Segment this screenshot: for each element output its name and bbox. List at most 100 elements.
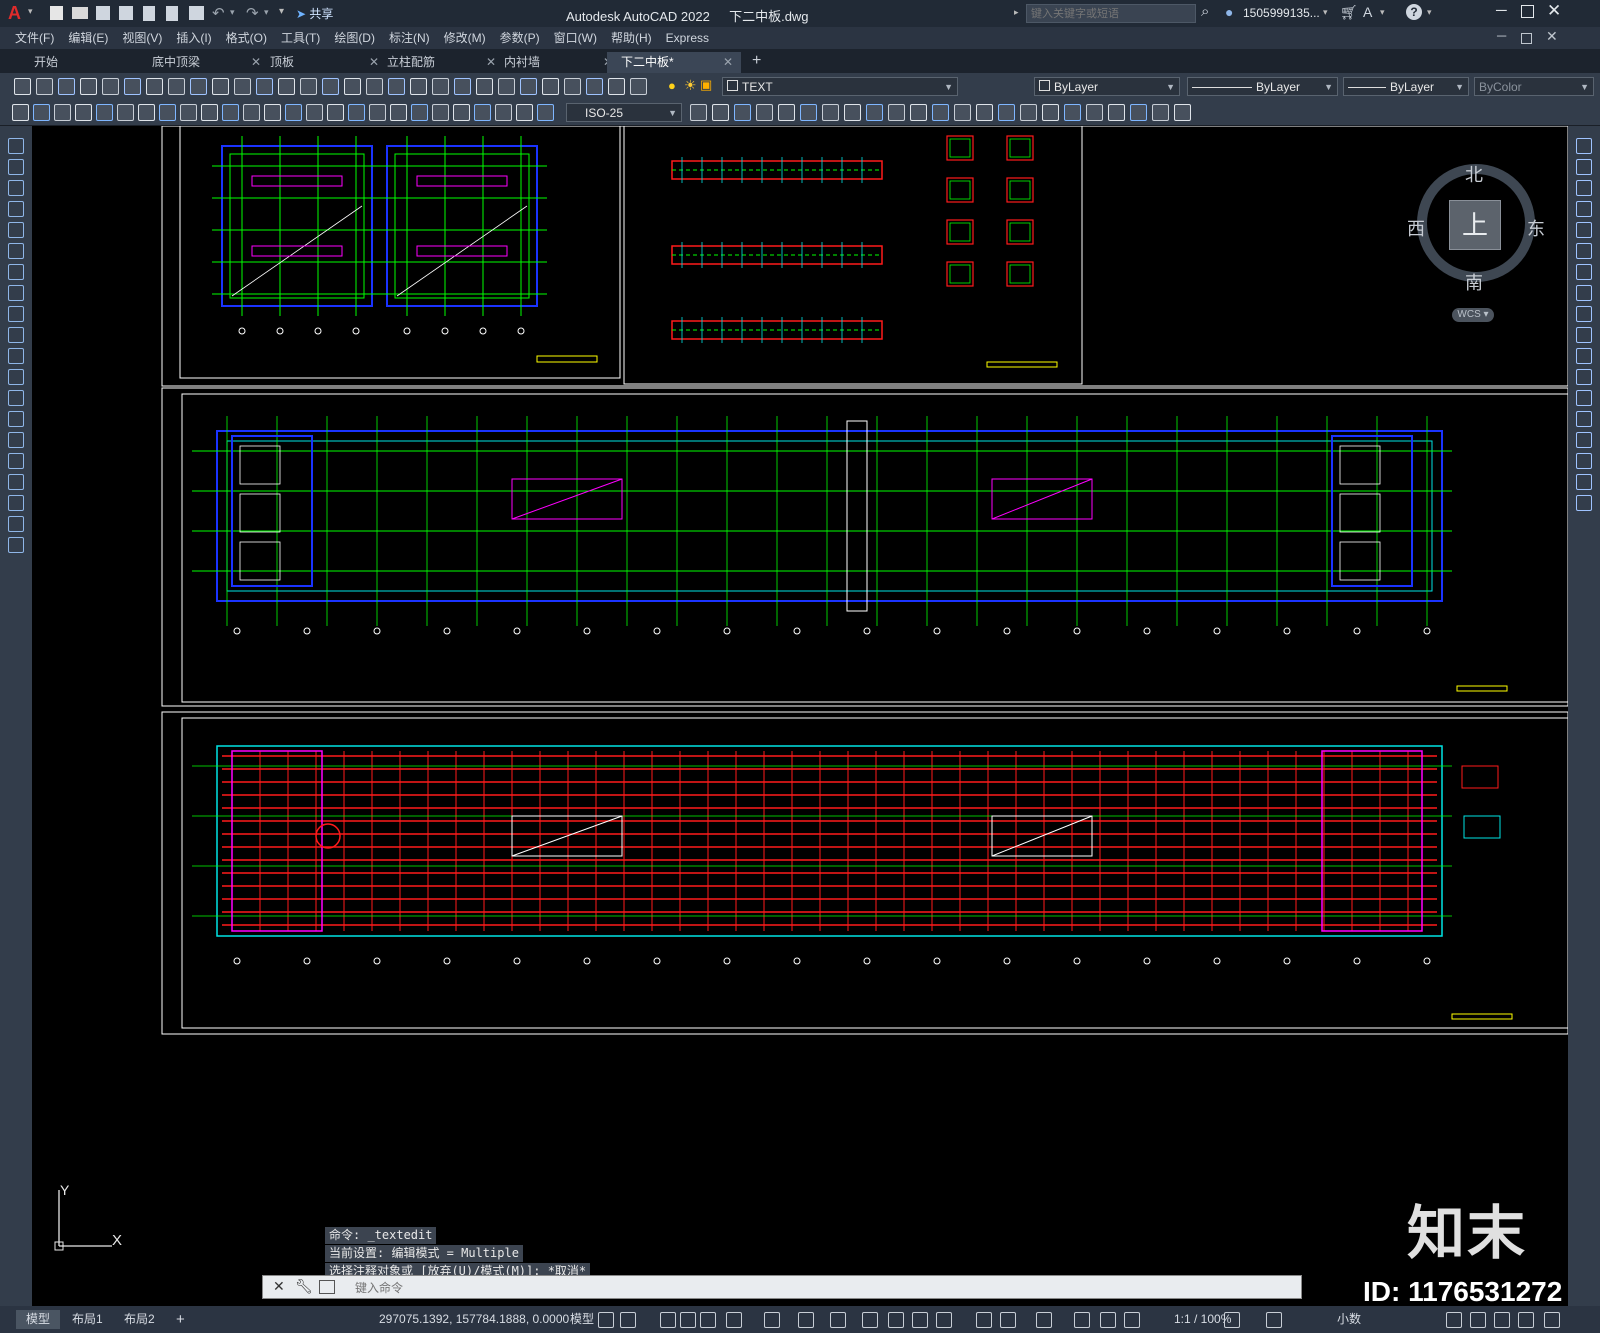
draw-tool-icon[interactable]	[8, 264, 24, 280]
status-toggle-icon[interactable]	[1470, 1312, 1486, 1328]
close-icon[interactable]: ✕	[723, 52, 733, 73]
status-toggle-icon[interactable]	[680, 1312, 696, 1328]
doc-close-button[interactable]: ✕	[1546, 28, 1558, 45]
dimension-tool-icon[interactable]	[348, 104, 365, 121]
modify-tool-icon[interactable]	[1576, 264, 1592, 280]
dimension-tool-icon[interactable]	[712, 104, 729, 121]
compass-south[interactable]: 南	[1465, 269, 1483, 295]
status-toggle-icon[interactable]	[660, 1312, 676, 1328]
draw-tool-icon[interactable]	[8, 159, 24, 175]
lineweight-dropdown[interactable]: ByLayer ▼	[1343, 77, 1469, 96]
cart-icon[interactable]: 🛒︎	[1340, 4, 1358, 21]
tab-active-drawing[interactable]: 下二中板* ✕	[607, 52, 741, 73]
dimension-tool-icon[interactable]	[537, 104, 554, 121]
cad-drawing[interactable]	[32, 126, 1568, 1306]
dimension-tool-icon[interactable]	[180, 104, 197, 121]
menu-item[interactable]: 文件(F)	[8, 27, 61, 49]
coordinates-readout[interactable]: 297075.1392, 157784.1888, 0.0000	[379, 1306, 569, 1333]
dimension-tool-icon[interactable]	[159, 104, 176, 121]
save-icon[interactable]	[96, 6, 110, 20]
command-line[interactable]: ✕ 🔧︎	[262, 1275, 1302, 1299]
standard-tool-icon[interactable]	[300, 78, 317, 95]
standard-tool-icon[interactable]	[564, 78, 581, 95]
status-toggle-icon[interactable]	[1124, 1312, 1140, 1328]
dimension-tool-icon[interactable]	[327, 104, 344, 121]
standard-tool-icon[interactable]	[322, 78, 339, 95]
dimension-tool-icon[interactable]	[12, 104, 29, 121]
draw-tool-icon[interactable]	[8, 369, 24, 385]
draw-tool-icon[interactable]	[8, 537, 24, 553]
app-menu-arrow-icon[interactable]: ▾	[28, 6, 33, 17]
draw-tool-icon[interactable]	[8, 138, 24, 154]
status-toggle-icon[interactable]	[1494, 1312, 1510, 1328]
standard-tool-icon[interactable]	[102, 78, 119, 95]
dimension-tool-icon[interactable]	[1152, 104, 1169, 121]
standard-tool-icon[interactable]	[58, 78, 75, 95]
status-toggle-icon[interactable]	[1446, 1312, 1462, 1328]
standard-tool-icon[interactable]	[14, 78, 31, 95]
dimension-tool-icon[interactable]	[1020, 104, 1037, 121]
compass-north[interactable]: 北	[1465, 161, 1483, 187]
app-dropdown-icon[interactable]: ▾	[1380, 7, 1385, 18]
status-toggle-icon[interactable]	[1100, 1312, 1116, 1328]
dimension-tool-icon[interactable]	[75, 104, 92, 121]
draw-tool-icon[interactable]	[8, 201, 24, 217]
dimension-tool-icon[interactable]	[264, 104, 281, 121]
command-prompt-icon[interactable]	[319, 1280, 335, 1294]
modify-tool-icon[interactable]	[1576, 243, 1592, 259]
search-icon[interactable]: ⌕	[1201, 3, 1209, 20]
draw-tool-icon[interactable]	[8, 411, 24, 427]
modify-tool-icon[interactable]	[1576, 138, 1592, 154]
standard-tool-icon[interactable]	[234, 78, 251, 95]
tab-beams[interactable]: 底中顶梁 ✕	[138, 52, 269, 73]
units-display[interactable]: 小数	[1337, 1306, 1361, 1333]
dimension-tool-icon[interactable]	[910, 104, 927, 121]
dimension-tool-icon[interactable]	[734, 104, 751, 121]
undo-icon[interactable]: ↶	[212, 4, 225, 22]
standard-tool-icon[interactable]	[630, 78, 647, 95]
modify-tool-icon[interactable]	[1576, 348, 1592, 364]
status-toggle-icon[interactable]	[1074, 1312, 1090, 1328]
status-toggle-icon[interactable]	[830, 1312, 846, 1328]
close-window-button[interactable]: ✕	[1547, 1, 1561, 21]
draw-tool-icon[interactable]	[8, 474, 24, 490]
status-toggle-icon[interactable]	[726, 1312, 742, 1328]
annotation-scale[interactable]: 1:1 / 100%	[1174, 1306, 1231, 1333]
standard-tool-icon[interactable]	[190, 78, 207, 95]
standard-tool-icon[interactable]	[454, 78, 471, 95]
draw-tool-icon[interactable]	[8, 495, 24, 511]
layer-lock-icon[interactable]: ▣	[700, 77, 712, 93]
model-space-toggle[interactable]: 模型	[570, 1306, 594, 1333]
dimension-tool-icon[interactable]	[866, 104, 883, 121]
help-search-input[interactable]	[1026, 4, 1196, 23]
ucs-menu-button[interactable]: WCS ▾	[1452, 308, 1494, 322]
linetype-dropdown[interactable]: ByLayer ▼	[1187, 77, 1338, 96]
status-toggle-icon[interactable]	[888, 1312, 904, 1328]
doc-restore-button[interactable]	[1521, 33, 1532, 44]
standard-tool-icon[interactable]	[542, 78, 559, 95]
modify-tool-icon[interactable]	[1576, 453, 1592, 469]
status-toggle-icon[interactable]	[936, 1312, 952, 1328]
draw-tool-icon[interactable]	[8, 327, 24, 343]
new-tab-button[interactable]: +	[752, 52, 761, 70]
save-web-icon[interactable]	[166, 6, 178, 21]
standard-tool-icon[interactable]	[278, 78, 295, 95]
menu-item[interactable]: 插入(I)	[169, 27, 218, 49]
standard-tool-icon[interactable]	[212, 78, 229, 95]
dimension-tool-icon[interactable]	[954, 104, 971, 121]
dimension-tool-icon[interactable]	[1174, 104, 1191, 121]
dimension-tool-icon[interactable]	[1064, 104, 1081, 121]
status-toggle-icon[interactable]	[798, 1312, 814, 1328]
modify-tool-icon[interactable]	[1576, 222, 1592, 238]
modify-tool-icon[interactable]	[1576, 411, 1592, 427]
help-icon[interactable]: ?	[1406, 4, 1422, 20]
dimension-tool-icon[interactable]	[844, 104, 861, 121]
status-toggle-icon[interactable]	[1266, 1312, 1282, 1328]
standard-tool-icon[interactable]	[366, 78, 383, 95]
modify-tool-icon[interactable]	[1576, 369, 1592, 385]
standard-tool-icon[interactable]	[520, 78, 537, 95]
dimension-tool-icon[interactable]	[822, 104, 839, 121]
dimension-tool-icon[interactable]	[243, 104, 260, 121]
modify-tool-icon[interactable]	[1576, 159, 1592, 175]
dimension-tool-icon[interactable]	[453, 104, 470, 121]
